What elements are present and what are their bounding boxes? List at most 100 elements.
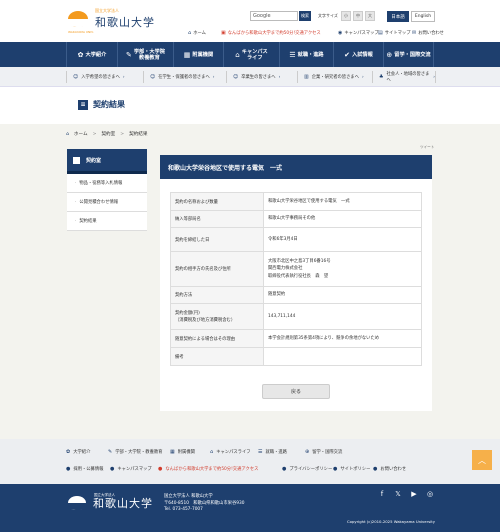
dot-icon: ● [333, 466, 338, 472]
site-logo[interactable]: 国立大学法人 和歌山大学 [66, 8, 155, 30]
breadcrumb-home[interactable]: ホーム [74, 131, 88, 137]
map-icon: ◉ [338, 30, 343, 36]
footer-nav [0, 439, 500, 484]
breadcrumb: ⌂ ホーム > 契約室 > 契約結果 [66, 131, 148, 138]
logo-name: 和歌山大学 [95, 16, 155, 29]
footer-link-site-policy[interactable]: ● サイトポリシー [333, 466, 370, 472]
gnav-facilities[interactable]: ▦ 附属機関 [173, 42, 223, 67]
gnav-admissions[interactable]: ✔ 入試情報 [333, 42, 383, 67]
search-brand: Google [253, 13, 271, 19]
audience-prospective[interactable]: ☺ 入学希望の皆さまへ › [66, 71, 129, 83]
instagram-icon[interactable]: ◎ [425, 489, 435, 499]
util-contact-link[interactable]: ✉ お問い合わせ [412, 30, 444, 36]
share-link[interactable]: ツイート [420, 145, 434, 150]
global-nav: ✿ 大学紹介 ✎ 学部・大学院 教養教育 ▦ 附属機関 ⌂ キャンパス ライフ ☰ 就職・… [0, 42, 500, 67]
career-icon: ☰ [289, 50, 296, 59]
logo-mark-icon [66, 9, 92, 29]
breadcrumb-current: 契約結果 [129, 132, 148, 137]
gnav-faculties[interactable]: ✎ 学部・大学院 教養教育 [117, 42, 173, 67]
copyright: Copyright (c)2010-2025 Wakayama Universi… [347, 519, 435, 524]
train-icon: ▣ [221, 30, 226, 36]
page-top-button[interactable]: ︿ [472, 450, 492, 470]
contract-table: 契約の名称および数量 和歌山大学栄谷地区で使用する電気 一式 納入等部局名 和歌山大… [170, 192, 422, 366]
person-icon: ☺ [150, 74, 156, 80]
person-icon: ☺ [233, 74, 239, 80]
mail-icon: ✉ [412, 30, 417, 36]
footer-nav-career[interactable]: ☰ 就職・進路 [258, 449, 287, 455]
util-home-link[interactable]: ⌂ ホーム [188, 30, 206, 36]
arrow-icon: › [212, 74, 215, 80]
chevron-up-icon: ︿ [478, 455, 486, 465]
logo-en: WAKAYAMA UNIV. [68, 30, 94, 34]
arrow-icon: › [278, 74, 281, 80]
home-icon: ⌂ [188, 30, 192, 36]
footer-nav-campus-life[interactable]: ⌂ キャンパスライフ [210, 449, 251, 455]
contract-heading: 和歌山大学栄谷地区で使用する電気 一式 [160, 155, 432, 179]
bullet-icon: · [75, 199, 77, 205]
font-size-medium-button[interactable]: 中 [353, 11, 363, 21]
youtube-icon[interactable]: ▶ [409, 489, 419, 499]
building-icon: ▥ [304, 74, 309, 80]
arrow-icon: › [122, 74, 125, 80]
util-sitemap-link[interactable]: ▤ サイトマップ [378, 30, 411, 36]
footer-link-recruit[interactable]: ● 採用・公募情報 [66, 466, 103, 472]
dot-icon: ● [282, 466, 287, 472]
footer-nav-about[interactable]: ✿ 大学紹介 [66, 449, 90, 455]
table-row: 契約方法 随意契約 [170, 286, 422, 304]
lang-english-button[interactable]: English [411, 11, 435, 22]
person-icon: ☺ [73, 74, 79, 80]
table-row: 納入等部局名 和歌山大学事務局その他 [170, 210, 422, 228]
facility-icon: ▦ [183, 50, 191, 59]
audience-students[interactable]: ☺ 在学生・保護者の皆さまへ › [143, 71, 225, 83]
footer-link-privacy[interactable]: ● プライバシーポリシー [282, 466, 332, 472]
faculty-icon: ✎ [125, 50, 132, 59]
search-button[interactable]: 検索 [299, 11, 311, 21]
font-size-label: 文字サイズ [318, 13, 338, 18]
sidebar-title[interactable]: 契約室 [67, 149, 147, 174]
footer-address: 国立大学法人 和歌山大学 〒640-8510 和歌山県和歌山市栄谷930 Tel… [164, 494, 245, 512]
audience-companies[interactable]: ▥ 企業・研究者の皆さまへ › [297, 71, 369, 83]
breadcrumb-contract-office[interactable]: 契約室 [101, 131, 115, 137]
font-size-small-button[interactable]: 小 [341, 11, 351, 21]
admission-icon: ✔ [344, 50, 351, 59]
gnav-campus-life[interactable]: ⌂ キャンパス ライフ [223, 42, 279, 67]
x-icon[interactable]: 𝕏 [393, 489, 403, 499]
gnav-career[interactable]: ☰ 就職・進路 [279, 42, 333, 67]
gnav-international[interactable]: ⊕ 留学・国際交流 [383, 42, 434, 67]
table-row: 契約の相手方の氏名及び住所 大阪市北区中之島3丁目6番16号 関西電力株式会社 取… [170, 251, 422, 287]
footer-nav-faculties[interactable]: ✎ 学部・大学院・教養教育 [108, 449, 162, 455]
about-icon: ✿ [66, 449, 71, 455]
about-icon: ✿ [77, 50, 84, 59]
gnav-about[interactable]: ✿ 大学紹介 [66, 42, 117, 67]
audience-community[interactable]: ♣ 社会人・地域の皆さまへ › [372, 71, 436, 83]
util-access-link[interactable]: ▣ なんばから和歌山大学まで約50分!交通アクセス [221, 30, 321, 36]
globe-icon: ⊕ [386, 50, 393, 59]
sitemap-icon: ▤ [378, 30, 383, 36]
footer-nav-facilities[interactable]: ▦ 附属機関 [170, 449, 195, 455]
footer-link-contact[interactable]: ● お問い合わせ [373, 466, 406, 472]
table-row: 契約金額(円) （消費税及び地方消費税含む） 143,711,144 [170, 303, 422, 330]
globe-icon: ⊕ [305, 449, 310, 455]
sidebar-item-quotes[interactable]: · 公開見積合わせ情報 [67, 193, 147, 212]
util-campus-map-link[interactable]: ◉ キャンパスマップ [338, 30, 379, 36]
lang-japanese-button[interactable]: 日本語 [387, 11, 409, 22]
table-row: 随意契約による場合はその理由 本学会計規則第35条第4項により、競争の余地がないた… [170, 329, 422, 348]
footer-link-campus-map[interactable]: ● キャンパスマップ [110, 466, 152, 472]
campus-icon: ⌂ [235, 50, 240, 59]
footer-link-access[interactable]: ● なんばから和歌山大学まで約50分!交通アクセス [158, 466, 258, 472]
sidebar-item-results[interactable]: · 契約結果 [67, 212, 147, 231]
audience-alumni[interactable]: ☺ 卒業生の皆さまへ › [226, 71, 286, 83]
sidebar-item-bids[interactable]: · 物品・役務等入札情報 [67, 174, 147, 193]
document-icon: ≡ [78, 99, 88, 110]
back-button[interactable]: 戻る [262, 384, 330, 399]
table-row: 契約の名称および数量 和歌山大学栄谷地区で使用する電気 一式 [170, 192, 422, 211]
facebook-icon[interactable]: f [377, 489, 387, 499]
font-size-large-button[interactable]: 大 [365, 11, 375, 21]
square-icon [73, 156, 80, 164]
dot-icon: ● [66, 466, 71, 472]
table-row: 備考 [170, 347, 422, 366]
dot-icon: ● [110, 466, 115, 472]
search-input[interactable]: Google [250, 11, 298, 21]
footer-nav-international[interactable]: ⊕ 留学・国際交流 [305, 449, 342, 455]
dot-icon: ● [158, 466, 163, 472]
